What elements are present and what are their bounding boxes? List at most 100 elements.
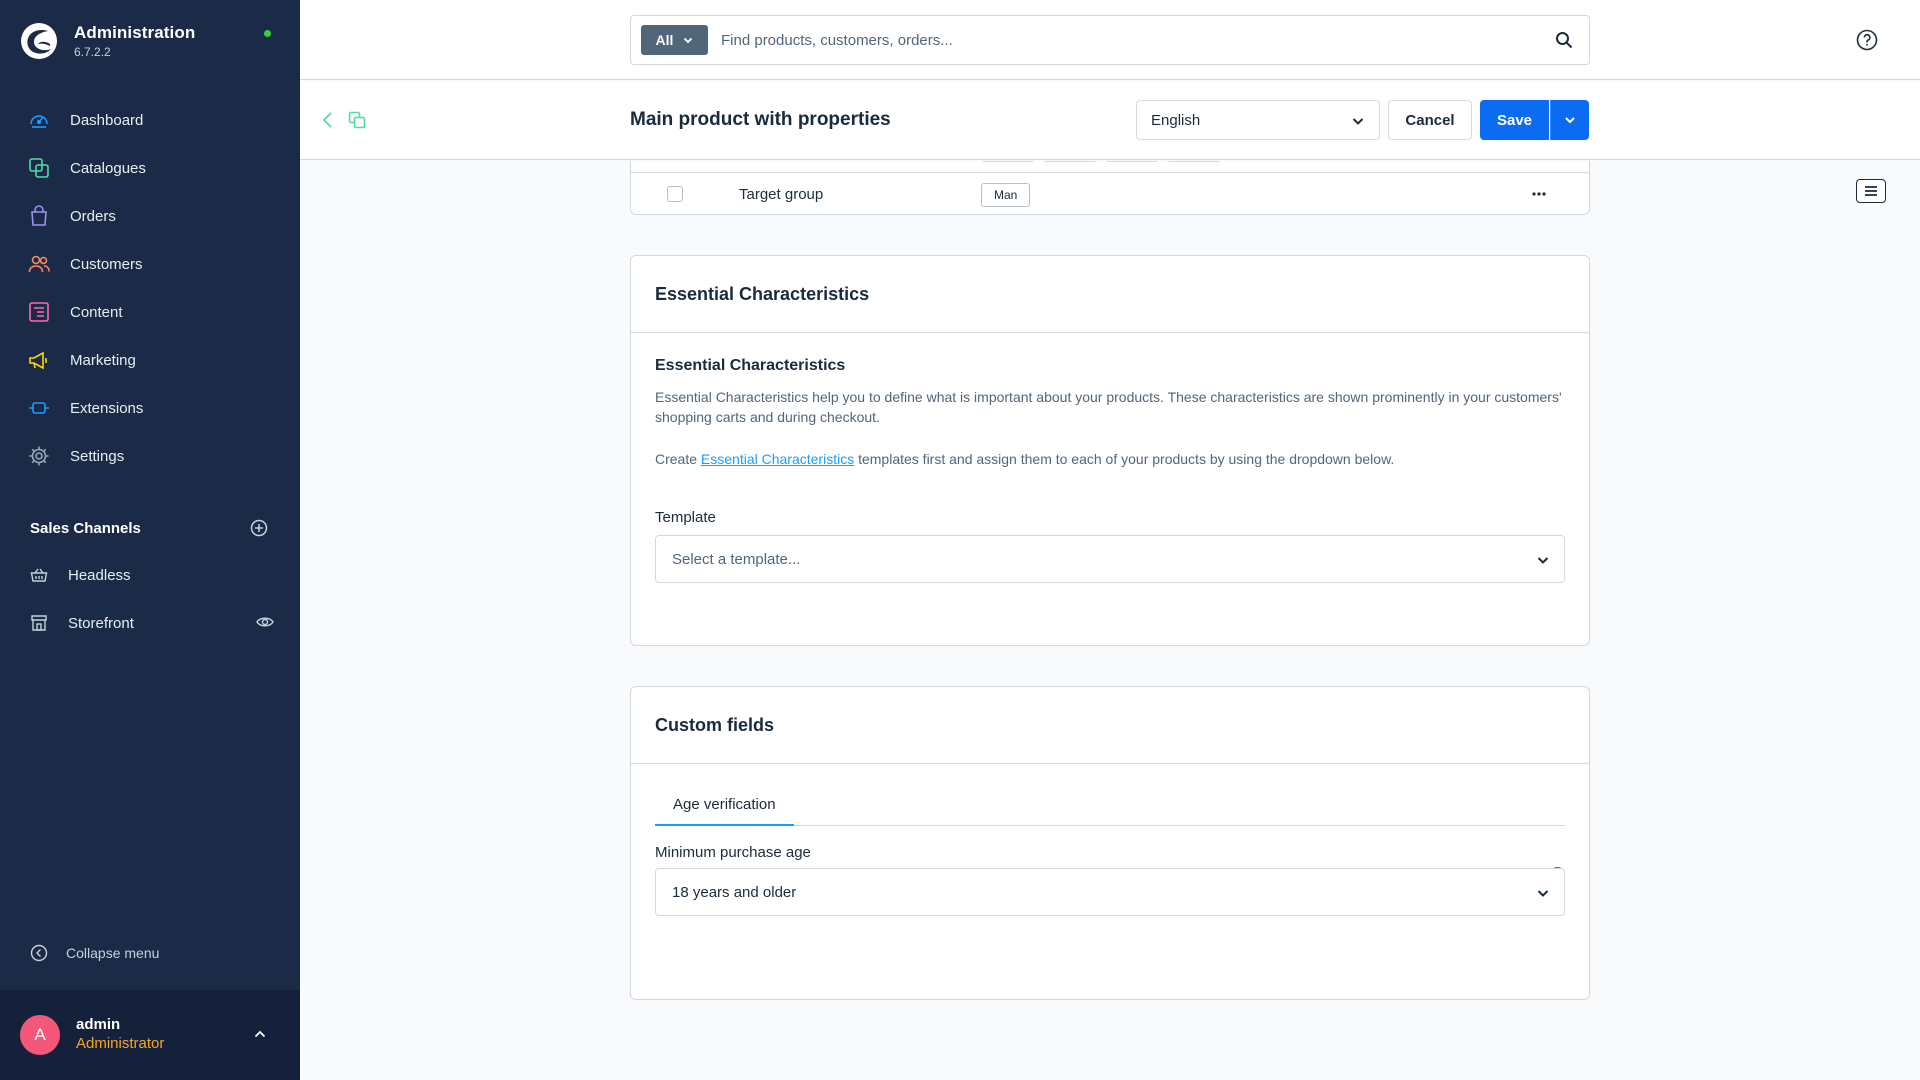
sidebar-item-label: Settings (70, 447, 125, 465)
search-input[interactable] (721, 26, 1521, 54)
sidebar-item-label: Orders (70, 207, 116, 225)
essential-characteristics-description: Essential Characteristics help you to de… (655, 389, 1562, 425)
chevron-up-icon[interactable] (252, 1026, 268, 1042)
sidebar-item-extensions[interactable]: Extensions (0, 384, 300, 432)
orders-icon (31, 205, 47, 226)
custom-field-set-tabs: Age verification (655, 788, 1565, 826)
sidebar-item-marketing[interactable]: Marketing (0, 336, 300, 384)
app-title: Administration (74, 23, 196, 42)
settings-icon (29, 446, 49, 466)
product-detail-content: Target group Man Essential Characteristi… (300, 161, 1920, 1080)
online-status-indicator (264, 30, 271, 37)
sidebar-item-label: Catalogues (70, 159, 146, 177)
customers-icon (28, 255, 50, 273)
tab-age-verification[interactable]: Age verification (655, 788, 794, 826)
shopware-logo-icon (21, 23, 57, 59)
essential-characteristics-card: Essential Characteristics Essential Char… (630, 255, 1590, 646)
dashboard-icon (30, 115, 48, 128)
avatar: A (20, 1015, 60, 1055)
save-options-button[interactable] (1550, 100, 1589, 140)
sales-channel-label: Storefront (68, 614, 134, 632)
search-filter-label: All (655, 32, 674, 48)
hint-suffix: templates first and assign them to each … (858, 451, 1395, 467)
sidebar-item-orders[interactable]: Orders (0, 192, 300, 240)
storefront-icon (31, 615, 47, 631)
essential-characteristics-link[interactable]: Essential Characteristics (701, 451, 854, 467)
more-actions-icon[interactable] (1531, 186, 1547, 202)
sidebar-item-customers[interactable]: Customers (0, 240, 300, 288)
chevron-down-icon (1537, 890, 1549, 897)
sidebar-item-settings[interactable]: Settings (0, 432, 300, 480)
minimum-purchase-age-select[interactable]: 18 years and older (655, 868, 1565, 916)
search-icon[interactable] (1555, 31, 1573, 49)
search-type-filter[interactable]: All (641, 25, 708, 55)
marketing-icon (29, 351, 47, 370)
property-value-chip: Man (981, 183, 1031, 207)
sales-channel-headless[interactable]: Headless (30, 555, 274, 595)
global-search: All (630, 15, 1590, 65)
sidebar-item-label: Dashboard (70, 111, 144, 129)
hint-prefix: Create (655, 451, 698, 467)
template-select[interactable]: Select a template... (655, 535, 1565, 583)
main-navigation: Dashboard Catalogues Orders Customers Co… (0, 96, 300, 480)
minimum-purchase-age-label: Minimum purchase age (655, 844, 811, 861)
page-title: Main product with properties (630, 109, 891, 130)
collapse-menu-button[interactable]: Collapse menu (30, 944, 159, 962)
eye-icon[interactable] (256, 615, 274, 629)
top-bar: All (300, 0, 1920, 80)
content-icon (29, 302, 49, 322)
template-placeholder: Select a template... (672, 550, 801, 568)
cancel-button[interactable]: Cancel (1388, 100, 1472, 140)
brand[interactable]: Administration 6.7.2.2 (20, 22, 195, 60)
chevron-down-icon (684, 37, 693, 44)
property-value-chip (1043, 161, 1097, 162)
help-icon[interactable] (1856, 29, 1878, 51)
sales-channel-storefront[interactable]: Storefront (30, 603, 274, 643)
sidebar-item-dashboard[interactable]: Dashboard (0, 96, 300, 144)
template-label: Template (655, 509, 716, 526)
basket-icon (30, 568, 48, 582)
copy-icon[interactable] (348, 111, 366, 129)
menu-icon (1865, 186, 1877, 196)
language-value: English (1151, 111, 1201, 129)
chevron-down-icon (1537, 557, 1549, 564)
property-value-chip (981, 161, 1035, 162)
sidebar-item-catalogues[interactable]: Catalogues (0, 144, 300, 192)
collapse-menu-label: Collapse menu (66, 945, 160, 961)
chevron-left-icon[interactable] (320, 111, 336, 129)
chevron-left-circle-icon (30, 944, 48, 962)
catalogue-icon (29, 158, 49, 178)
extensions-icon (29, 402, 49, 414)
smart-bar: Main product with properties English Can… (300, 81, 1920, 160)
sidebar-item-label: Extensions (70, 399, 144, 417)
table-row: Target group Man (631, 172, 1589, 214)
sidebar-item-label: Customers (70, 255, 143, 273)
sales-channels-header: Sales Channels (30, 519, 268, 537)
card-title: Custom fields (631, 687, 1589, 764)
user-name: admin (76, 1016, 121, 1033)
sidebar-toggle-button[interactable] (1856, 179, 1886, 203)
property-value-chip (1105, 161, 1159, 162)
sales-channel-label: Headless (68, 566, 131, 584)
sidebar-item-label: Marketing (70, 351, 136, 369)
language-switch[interactable]: English (1136, 100, 1380, 140)
sidebar-item-content[interactable]: Content (0, 288, 300, 336)
sales-channels-title: Sales Channels (30, 519, 141, 537)
save-button[interactable]: Save (1480, 100, 1549, 140)
card-title: Essential Characteristics (631, 256, 1589, 333)
custom-fields-card: Custom fields Age verification Minimum p… (630, 686, 1590, 1000)
user-profile[interactable]: A admin Administrator (0, 990, 300, 1080)
properties-card: Target group Man (630, 161, 1590, 215)
user-role: Administrator (76, 1035, 165, 1052)
row-select-checkbox[interactable] (667, 186, 683, 202)
chevron-down-icon (1565, 117, 1575, 124)
sidebar-item-label: Content (70, 303, 123, 321)
add-sales-channel-icon[interactable] (250, 519, 268, 537)
admin-sidebar: Administration 6.7.2.2 Dashboard Catalog… (0, 0, 300, 1080)
chevron-down-icon (1352, 118, 1364, 125)
property-group-name: Target group (739, 186, 824, 203)
property-value-chip (1167, 161, 1221, 162)
essential-characteristics-hint: Create Essential Characteristics templat… (655, 451, 1565, 467)
app-version: 6.7.2.2 (74, 45, 111, 59)
minimum-purchase-age-value: 18 years and older (672, 883, 797, 901)
